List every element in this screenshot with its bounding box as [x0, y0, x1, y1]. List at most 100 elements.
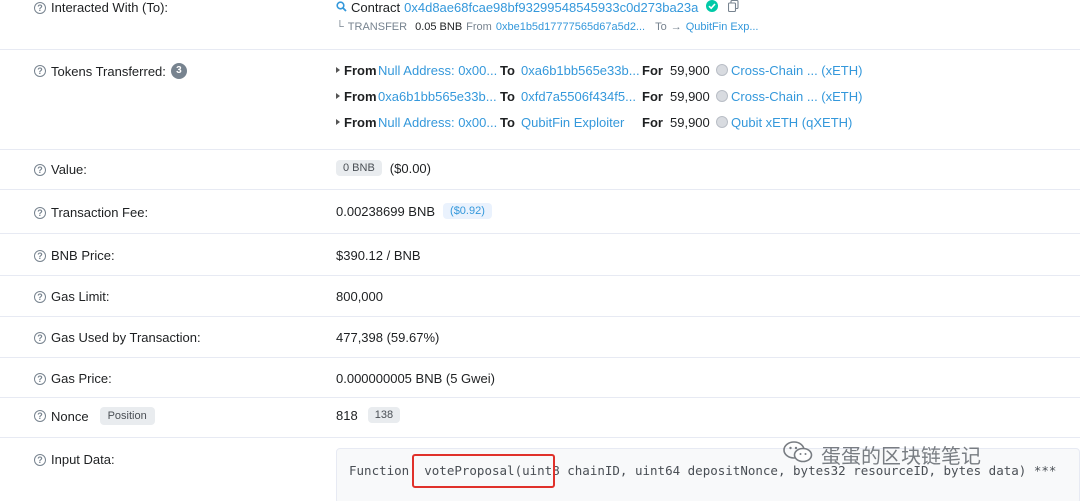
nonce-label-group: ? Nonce Position — [34, 407, 155, 425]
to-word: To — [500, 62, 515, 78]
help-icon[interactable]: ? — [34, 163, 46, 176]
from-word: From — [344, 114, 377, 130]
nonce-content: 818 138 — [336, 407, 401, 423]
help-icon[interactable]: ? — [34, 410, 46, 422]
help-icon[interactable]: ? — [34, 206, 46, 219]
gas-used-row: ? Gas Used by Transaction: 477,398 (59.6… — [0, 317, 1080, 358]
fee-content: 0.00238699 BNB ($0.92) — [336, 203, 492, 219]
gas-limit-label-group: ? Gas Limit: — [34, 289, 110, 304]
value-label-group: ? Value: — [34, 162, 87, 177]
internal-transfer-line: └ TRANSFER 0.05 BNB From 0xbe1b5d1777756… — [336, 21, 759, 33]
value-content: 0 BNB ($0.00) — [336, 160, 431, 176]
nonce-label: Nonce — [51, 408, 89, 424]
transfer-amount: 0.05 BNB — [415, 21, 463, 33]
token-transfer-row: From Null Address: 0x00... To 0xa6b1bb56… — [336, 61, 862, 79]
help-icon[interactable]: ? — [34, 290, 46, 303]
wechat-icon — [783, 440, 813, 469]
fee-amount: 0.00238699 BNB — [336, 203, 436, 219]
token-logo-icon — [716, 90, 728, 102]
bnb-price-row: ? BNB Price: $390.12 / BNB — [0, 234, 1080, 276]
transaction-fee-label: Transaction Fee: — [51, 205, 149, 220]
help-icon[interactable]: ? — [34, 65, 46, 77]
value-bnb-pill: 0 BNB — [336, 160, 382, 176]
gas-price-label: Gas Price: — [51, 371, 112, 386]
token-amount: 59,900 — [670, 88, 710, 104]
token-from-link[interactable]: Null Address: 0x00... — [378, 63, 497, 78]
gas-price-row: ? Gas Price: 0.000000005 BNB (5 Gwei) — [0, 358, 1080, 398]
for-word: For — [642, 114, 663, 130]
position-label-pill: Position — [99, 407, 155, 425]
token-name-link[interactable]: Qubit xETH (qXETH) — [731, 115, 852, 130]
magnifier-icon — [336, 0, 347, 15]
transaction-details-page: ? Interacted With (To): Contract 0x4d8ae… — [0, 0, 1080, 501]
transfer-to-link[interactable]: QubitFin Exp... — [686, 21, 759, 33]
input-data-label-group: ? Input Data: — [34, 452, 115, 467]
caret-right-icon — [336, 67, 340, 73]
gas-used-label: Gas Used by Transaction: — [51, 330, 201, 345]
verified-check-icon — [706, 0, 719, 15]
nonce-value: 818 — [336, 407, 358, 423]
gas-limit-label: Gas Limit: — [51, 289, 110, 304]
help-icon[interactable]: ? — [34, 453, 46, 466]
to-word: To — [500, 88, 515, 104]
input-data-label: Input Data: — [51, 452, 115, 467]
contract-line: Contract 0x4d8ae68fcae98bf93299548545933… — [336, 0, 739, 15]
from-word: From — [344, 62, 377, 78]
transfer-prefix: TRANSFER — [347, 21, 408, 33]
caret-right-icon — [336, 119, 340, 125]
tree-branch-icon: └ — [336, 21, 344, 33]
tokens-transferred-row: ? Tokens Transferred: 3 From Null Addres… — [0, 50, 1080, 150]
gas-limit-value: 800,000 — [336, 289, 383, 304]
highlight-box — [412, 454, 555, 488]
token-amount: 59,900 — [670, 114, 710, 130]
transfer-to-word: To — [655, 21, 667, 33]
caret-right-icon — [336, 93, 340, 99]
bnb-price-value: $390.12 / BNB — [336, 248, 421, 263]
tokens-count-badge: 3 — [170, 63, 187, 79]
gas-limit-row: ? Gas Limit: 800,000 — [0, 276, 1080, 317]
tokens-transferred-label: Tokens Transferred: — [51, 63, 166, 79]
help-icon[interactable]: ? — [34, 1, 46, 14]
from-word: From — [344, 88, 377, 104]
for-word: For — [642, 62, 663, 78]
gas-used-label-group: ? Gas Used by Transaction: — [34, 330, 201, 345]
contract-word: Contract — [351, 0, 401, 15]
token-from-link[interactable]: 0xa6b1bb565e33b... — [378, 89, 497, 104]
bnb-price-label-group: ? BNB Price: — [34, 248, 115, 263]
token-from-link[interactable]: Null Address: 0x00... — [378, 115, 497, 130]
copy-icon[interactable] — [728, 0, 739, 15]
token-to-link[interactable]: 0xa6b1bb565e33b... — [521, 63, 640, 78]
token-logo-icon — [716, 64, 728, 76]
token-name-link[interactable]: Cross-Chain ... (xETH) — [731, 63, 862, 78]
help-icon[interactable]: ? — [34, 249, 46, 262]
value-label: Value: — [51, 162, 87, 177]
interacted-with-row: ? Interacted With (To): Contract 0x4d8ae… — [0, 0, 1080, 50]
watermark: 蛋蛋的区块链笔记 — [783, 440, 981, 469]
interacted-with-label: Interacted With (To): — [51, 0, 169, 15]
to-word: To — [500, 114, 515, 130]
help-icon[interactable]: ? — [34, 331, 46, 344]
arrow-right-icon: → — [670, 21, 682, 33]
token-name-link[interactable]: Cross-Chain ... (xETH) — [731, 89, 862, 104]
transfer-from-word: From — [466, 21, 492, 33]
transfer-from-link[interactable]: 0xbe1b5d17777565d67a5d2... — [496, 21, 645, 33]
bnb-price-label: BNB Price: — [51, 248, 115, 263]
gas-price-label-group: ? Gas Price: — [34, 371, 112, 386]
token-to-link[interactable]: QubitFin Exploiter — [521, 115, 624, 130]
token-logo-icon — [716, 116, 728, 128]
watermark-text: 蛋蛋的区块链笔记 — [821, 444, 981, 468]
token-to-link[interactable]: 0xfd7a5506f434f5... — [521, 89, 636, 104]
value-row: ? Value: 0 BNB ($0.00) — [0, 150, 1080, 190]
contract-address-link[interactable]: 0x4d8ae68fcae98bf93299548545933c0d273ba2… — [404, 0, 698, 15]
position-value-pill: 138 — [367, 407, 401, 423]
gas-price-value: 0.000000005 BNB (5 Gwei) — [336, 371, 495, 386]
token-amount: 59,900 — [670, 62, 710, 78]
transaction-fee-row: ? Transaction Fee: 0.00238699 BNB ($0.92… — [0, 190, 1080, 234]
help-icon[interactable]: ? — [34, 372, 46, 385]
token-transfer-row: From 0xa6b1bb565e33b... To 0xfd7a5506f43… — [336, 87, 862, 105]
gas-used-value: 477,398 (59.67%) — [336, 330, 440, 345]
fee-label-group: ? Transaction Fee: — [34, 205, 148, 220]
token-transfer-row: From Null Address: 0x00... To QubitFin E… — [336, 113, 852, 131]
interacted-with-label-group: ? Interacted With (To): — [34, 0, 168, 15]
fee-usd-pill: ($0.92) — [443, 203, 492, 219]
